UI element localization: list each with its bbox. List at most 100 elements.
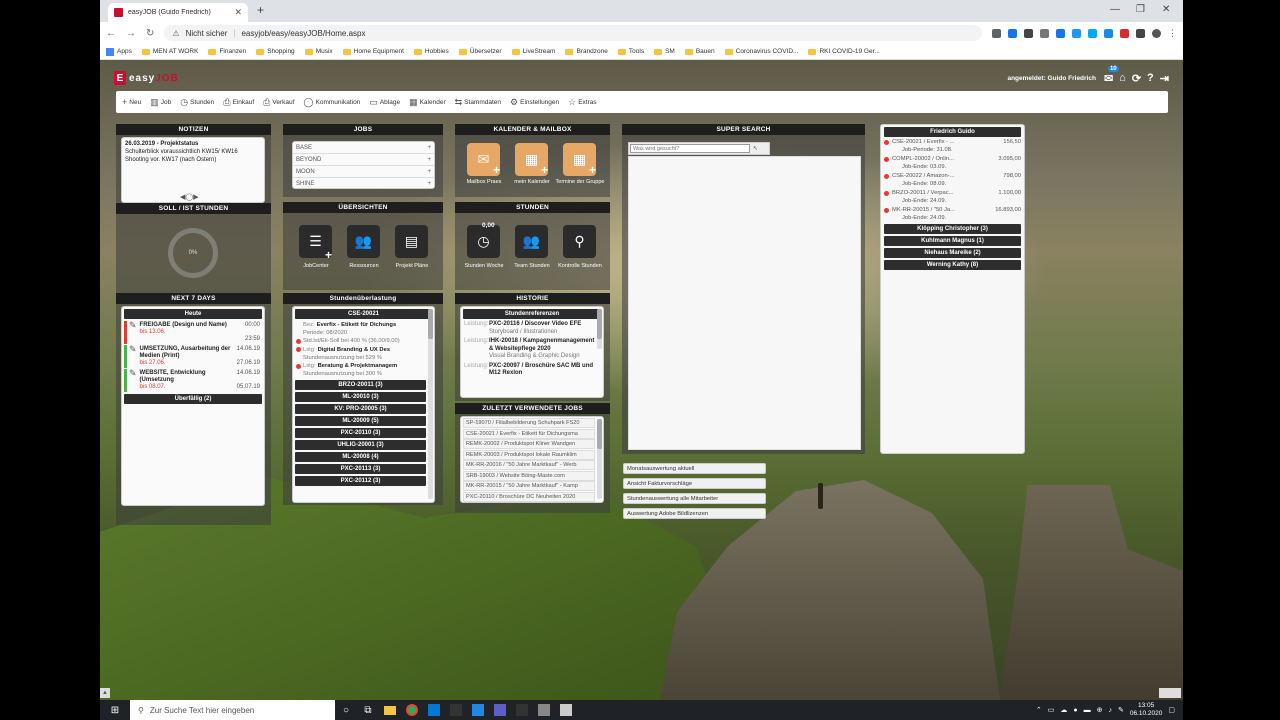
- bookmark-item[interactable]: Bauen: [684, 48, 715, 55]
- volume-icon[interactable]: ♪: [1108, 707, 1112, 714]
- new-tab-icon[interactable]: +: [257, 3, 264, 17]
- bookmark-item[interactable]: Tools: [617, 48, 644, 55]
- stunden-woche-button[interactable]: ◷: [467, 225, 500, 258]
- forward-icon[interactable]: →: [126, 28, 136, 39]
- bookmark-item[interactable]: SM: [654, 48, 675, 55]
- notifications-icon[interactable]: ▢: [1168, 706, 1175, 714]
- app-icon[interactable]: [445, 700, 467, 720]
- recent-job-item[interactable]: SP-19070 / Filialbebilderung Schuhpark F…: [463, 418, 595, 428]
- app-icon[interactable]: [555, 700, 577, 720]
- s-icon[interactable]: [1120, 28, 1129, 38]
- battery-icon[interactable]: ▬: [1084, 707, 1091, 714]
- extension-icon[interactable]: [1024, 28, 1033, 38]
- bookmark-item[interactable]: MEN AT WORK: [141, 48, 198, 55]
- bookmark-item[interactable]: LiveStream: [511, 48, 555, 55]
- search-icon[interactable]: ↖: [753, 145, 758, 152]
- job-group-item[interactable]: BASE +: [293, 142, 434, 154]
- job-overload-button[interactable]: PXC-20113 (3): [295, 464, 426, 475]
- job-head[interactable]: CSE-20021: [295, 309, 432, 319]
- camera-icon[interactable]: [1040, 28, 1049, 38]
- team-job-row[interactable]: MK-RR-20015 / "50 Ja... 16.893,00 Job-Ende…: [884, 207, 1021, 222]
- acrobat-icon[interactable]: [511, 700, 533, 720]
- ressourcen-button[interactable]: 👥: [347, 225, 380, 258]
- screen-icon[interactable]: [1104, 28, 1113, 38]
- team-job-row[interactable]: BRZO-20011 / Verpac... 1.100,00 Job-Ende: …: [884, 190, 1021, 205]
- easyjob-logo[interactable]: E easyJOB: [114, 71, 179, 85]
- bookmark-item[interactable]: RKI COVID-19 Ger...: [808, 48, 880, 55]
- onedrive-icon[interactable]: ☁: [1060, 706, 1067, 714]
- bookmark-item[interactable]: Übersetzer: [458, 48, 502, 55]
- add-icon[interactable]: +: [541, 163, 548, 177]
- toolbar-kommunikation[interactable]: ◯ Kommunikation: [303, 97, 360, 108]
- back-icon[interactable]: ←: [106, 28, 116, 39]
- expand-icon[interactable]: +: [427, 157, 431, 163]
- taskbar-search[interactable]: ⚲ Zur Suche Text hier eingeben: [130, 700, 335, 720]
- bookmark-item[interactable]: Apps: [106, 47, 132, 56]
- overdue-button[interactable]: Überfällig (2): [124, 394, 262, 404]
- link-fakturvorschlaege[interactable]: Ansicht Fakturvorschläge: [623, 478, 766, 489]
- recent-job-item[interactable]: PXC-20110 / Broschüre DC Neuheiten 2020: [463, 491, 595, 502]
- recent-job-item[interactable]: REMK-20003 / Produktspot lokale Raumklim: [463, 449, 595, 460]
- bookmark-item[interactable]: Coronavirus COVID...: [724, 48, 798, 55]
- history-item[interactable]: Leistung: PXC-20116 / Discover Video EFE S…: [464, 321, 600, 336]
- projekt-plaene-button[interactable]: ▤: [395, 225, 428, 258]
- toolbar-neu[interactable]: + Neu: [122, 97, 141, 107]
- add-icon[interactable]: +: [493, 163, 500, 177]
- minimize-icon[interactable]: —: [1110, 4, 1120, 15]
- toolbar-verkauf[interactable]: ⎙ Verkauf: [263, 97, 294, 108]
- toolbar-stunden[interactable]: ◷ Stunden: [180, 97, 214, 108]
- edge-icon[interactable]: [1088, 28, 1097, 38]
- mail-icon[interactable]: ✉: [1104, 72, 1113, 85]
- history-item[interactable]: Leistung: PXC-20097 / Broschüre SAC MB un…: [464, 363, 600, 378]
- recent-job-item[interactable]: REMK-20002 / Produktspot Kliner Wandgen: [463, 439, 595, 449]
- notizen-card[interactable]: 26.03.2019 - Projektstatus Schulterblick…: [121, 137, 265, 203]
- link-stundenauswertung[interactable]: Stundenauswertung alle Mitarbeiter: [623, 493, 766, 504]
- bookmark-item[interactable]: Finanzen: [208, 48, 246, 55]
- team-member-button[interactable]: Niehaus Mareike (2): [884, 248, 1021, 258]
- job-overload-button[interactable]: PXC-20112 (3): [295, 476, 426, 487]
- close-window-icon[interactable]: ✕: [1162, 4, 1170, 15]
- recent-job-item[interactable]: SRB-19003 / Website Böing-Maste.com: [463, 470, 595, 481]
- add-icon[interactable]: +: [325, 248, 332, 262]
- recent-job-item[interactable]: CSE-20021 / Everfix - Etikett für Dichun…: [463, 428, 595, 439]
- mic-icon[interactable]: ●: [1073, 707, 1077, 714]
- team-job-row[interactable]: CSE-20022 / Amazon-... 798,00 Job-Ende: 08…: [884, 173, 1021, 188]
- windows-start-icon[interactable]: ⊞: [100, 700, 130, 720]
- recent-job-item[interactable]: MK-RR-20015 / "50 Jahre Marktkauf" - Kam…: [463, 481, 595, 491]
- job-overload-button[interactable]: UHLIG-20001 (3): [295, 440, 426, 451]
- team-head[interactable]: Friedrich Guido: [884, 127, 1021, 137]
- help-icon[interactable]: ?: [1147, 72, 1154, 84]
- kontrolle-stunden-button[interactable]: ⚲: [563, 225, 596, 258]
- toolbar-einstellungen[interactable]: ⚙ Einstellungen: [510, 97, 559, 108]
- sync-icon[interactable]: ⟳: [1132, 72, 1141, 85]
- browser-tab[interactable]: easyJOB (Guido Friedrich) ✕: [108, 3, 248, 22]
- url-field[interactable]: ⚠ Nicht sicher | easyjob/easy/easyJOB/Ho…: [164, 25, 982, 41]
- team-member-button[interactable]: Kuhlmann Magnus (1): [884, 236, 1021, 246]
- note-pager[interactable]: ◀◯▶: [180, 193, 199, 201]
- puzzle-icon[interactable]: [1136, 28, 1145, 38]
- team-member-button[interactable]: Werning Kathy (8): [884, 260, 1021, 270]
- key-icon[interactable]: [992, 28, 1001, 38]
- team-member-button[interactable]: Klöpping Christopher (3): [884, 224, 1021, 234]
- toolbar-ablage[interactable]: ▭ Ablage: [369, 97, 400, 108]
- expand-icon[interactable]: +: [427, 169, 431, 175]
- link-adobe-bildlizenzen[interactable]: Auswertung Adobe Bildlizenzen: [623, 508, 766, 519]
- scrollbar[interactable]: [597, 419, 602, 499]
- job-overload-button[interactable]: PXC-20110 (3): [295, 428, 426, 439]
- expand-icon[interactable]: +: [427, 181, 431, 187]
- team-stunden-button[interactable]: 👥: [515, 225, 548, 258]
- job-overload-button[interactable]: BRZO-20011 (3): [295, 380, 426, 391]
- explorer-icon[interactable]: [379, 700, 401, 720]
- bookmark-item[interactable]: Hobbies: [413, 48, 449, 55]
- cloud-icon[interactable]: [1072, 28, 1081, 38]
- toolbar-kalender[interactable]: ▦ Kalender: [409, 97, 446, 108]
- team-job-row[interactable]: COMPL-20002 / Onlin... 3.095,00 Job-Ende: …: [884, 156, 1021, 171]
- maximize-icon[interactable]: ❐: [1136, 4, 1145, 15]
- tray-icon[interactable]: ▭: [1048, 706, 1055, 714]
- task-view-icon[interactable]: ⧉: [357, 700, 379, 720]
- chrome-icon[interactable]: [401, 700, 423, 720]
- expand-icon[interactable]: +: [427, 145, 431, 151]
- outlook-icon[interactable]: [423, 700, 445, 720]
- job-overload-button[interactable]: ML-20008 (4): [295, 452, 426, 463]
- task-item[interactable]: ✎ WEBSITE, Entwicklung (Umsetzung bis 08.0…: [124, 369, 262, 392]
